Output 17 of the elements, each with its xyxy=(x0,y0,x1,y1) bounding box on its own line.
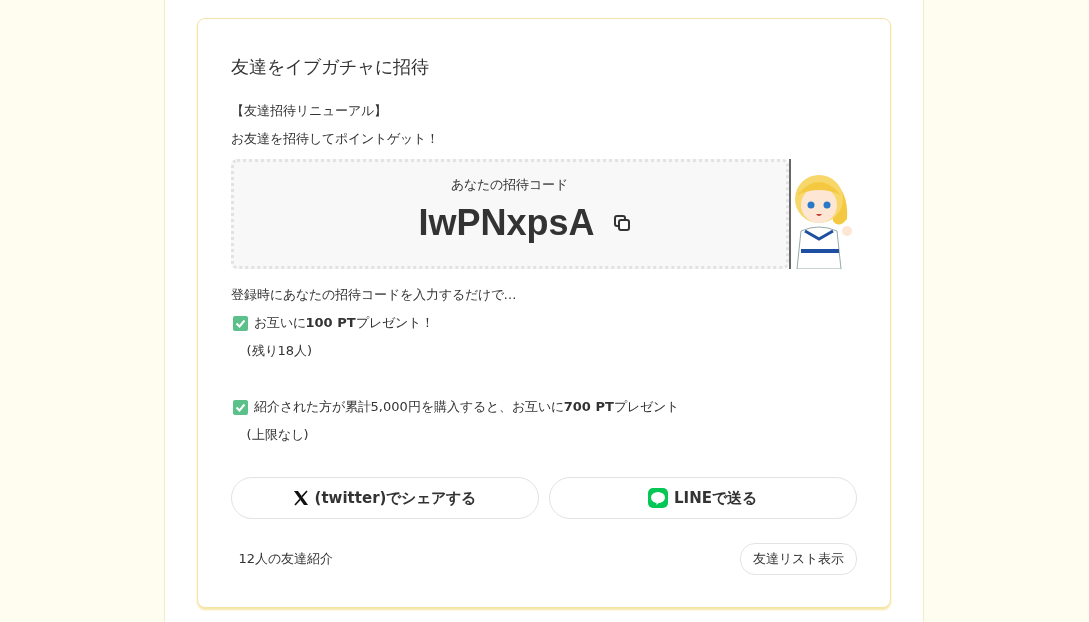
friend-list-button[interactable]: 友達リスト表示 xyxy=(739,543,857,575)
benefit-text: 紹介された方が累計5,000円を購入すると、お互いに700 PTプレゼント xyxy=(253,398,679,416)
intro-text: お友達を招待してポイントゲット！ xyxy=(230,130,440,148)
invite-code-label: あなたの招待コード xyxy=(451,176,568,194)
copy-icon[interactable] xyxy=(612,214,631,232)
benefit-text: お互いに100 PTプレゼント！ xyxy=(253,314,434,332)
benefit-note: (上限なし) xyxy=(246,426,310,444)
chat-bubble-icon xyxy=(648,488,668,508)
benefit-note: (残り18人) xyxy=(246,342,314,360)
invite-code: IwPNxpsA xyxy=(418,202,595,244)
x-logo-icon xyxy=(292,490,309,506)
card-title: 友達をイブガチャに招待 xyxy=(230,55,430,79)
lead-text: 登録時にあなたの招待コードを入力するだけで… xyxy=(230,286,518,304)
intro-text: 【友達招待リニューアル】 xyxy=(230,102,388,120)
share-button[interactable]: (twitter)でシェアする xyxy=(230,477,539,519)
referral-count: 12人の友達紹介 xyxy=(238,550,334,568)
share-button[interactable]: LINEで送る xyxy=(548,477,857,519)
